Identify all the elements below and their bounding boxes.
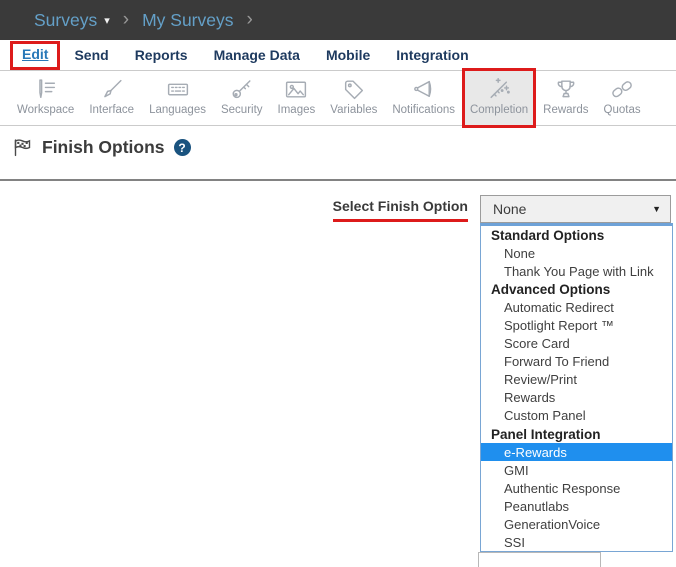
interface-paintbrush-icon bbox=[99, 77, 125, 102]
tool-label: Workspace bbox=[17, 104, 74, 116]
tool-workspace[interactable]: Workspace bbox=[12, 71, 79, 125]
tool-label: Notifications bbox=[392, 104, 455, 116]
tool-label: Languages bbox=[149, 104, 206, 116]
breadcrumb-my-surveys[interactable]: My Surveys bbox=[142, 10, 233, 31]
images-picture-icon bbox=[283, 77, 309, 102]
tool-completion[interactable]: Completion bbox=[465, 71, 533, 125]
breadcrumb-separator-icon: › bbox=[123, 10, 129, 29]
tool-notifications[interactable]: Notifications bbox=[387, 71, 460, 125]
tool-label: Interface bbox=[89, 104, 134, 116]
tool-images[interactable]: Images bbox=[273, 71, 321, 125]
option-item[interactable]: GenerationVoice bbox=[481, 516, 672, 534]
option-item[interactable]: Spotlight Report ™ bbox=[481, 316, 672, 334]
option-item[interactable]: Thank You Page with Link bbox=[481, 262, 672, 280]
languages-keyboard-icon bbox=[165, 77, 191, 102]
option-group-header: Standard Options bbox=[481, 226, 672, 244]
tool-label: Images bbox=[278, 104, 316, 116]
option-item[interactable]: Rewards bbox=[481, 389, 672, 407]
option-item[interactable]: Automatic Redirect bbox=[481, 298, 672, 316]
tool-label: Completion bbox=[470, 104, 528, 116]
finish-option-select-value: None bbox=[493, 201, 652, 217]
tool-quotas[interactable]: Quotas bbox=[599, 71, 646, 125]
option-item[interactable]: Authentic Response bbox=[481, 479, 672, 497]
breadcrumb-separator-icon: › bbox=[246, 10, 252, 29]
select-finish-option-label-wrap: Select Finish Option bbox=[290, 198, 468, 222]
page-title: Finish Options bbox=[42, 137, 165, 158]
option-group-header: Panel Integration bbox=[481, 425, 672, 443]
select-finish-option-label: Select Finish Option bbox=[333, 198, 468, 222]
page-heading: Finish Options ? bbox=[12, 137, 191, 158]
tab-integration[interactable]: Integration bbox=[396, 47, 468, 63]
finish-option-dropdown-list: Standard OptionsNoneThank You Page with … bbox=[480, 223, 673, 552]
tool-interface[interactable]: Interface bbox=[84, 71, 139, 125]
option-item[interactable]: Custom Panel bbox=[481, 407, 672, 425]
option-item[interactable]: Review/Print bbox=[481, 371, 672, 389]
completion-wand-icon bbox=[486, 77, 512, 102]
edit-toolbar: Workspace Interface Languages Security bbox=[0, 71, 676, 126]
option-item[interactable]: Forward To Friend bbox=[481, 353, 672, 371]
tool-languages[interactable]: Languages bbox=[144, 71, 211, 125]
select-caret-icon: ▼ bbox=[652, 204, 661, 214]
variables-tag-icon bbox=[341, 77, 367, 102]
quotas-chain-icon bbox=[609, 77, 635, 102]
tool-security[interactable]: Security bbox=[216, 71, 268, 125]
section-divider bbox=[0, 179, 676, 181]
option-item[interactable]: Score Card bbox=[481, 335, 672, 353]
tool-label: Security bbox=[221, 104, 263, 116]
tool-rewards[interactable]: Rewards bbox=[538, 71, 593, 125]
tool-label: Rewards bbox=[543, 104, 588, 116]
option-item[interactable]: GMI bbox=[481, 461, 672, 479]
breadcrumb-surveys[interactable]: Surveys ▾ bbox=[34, 10, 110, 31]
finish-flag-icon bbox=[12, 137, 33, 158]
rewards-trophy-icon bbox=[553, 77, 579, 102]
app-window: Surveys ▾ › My Surveys › Edit Send Repor… bbox=[0, 0, 676, 567]
top-navigation-bar: Surveys ▾ › My Surveys › bbox=[0, 0, 676, 40]
tool-variables[interactable]: Variables bbox=[325, 71, 382, 125]
breadcrumb-surveys-label: Surveys bbox=[34, 10, 97, 31]
option-item[interactable]: SSI bbox=[481, 534, 672, 552]
finish-option-select[interactable]: None ▼ bbox=[480, 195, 671, 223]
option-item[interactable]: e-Rewards bbox=[481, 443, 672, 461]
tool-label: Variables bbox=[330, 104, 377, 116]
breadcrumb-my-surveys-label: My Surveys bbox=[142, 10, 233, 31]
partial-input-behind-dropdown[interactable] bbox=[478, 552, 601, 567]
workspace-pencil-icon bbox=[33, 77, 59, 102]
tab-mobile[interactable]: Mobile bbox=[326, 47, 370, 63]
option-item[interactable]: Peanutlabs bbox=[481, 497, 672, 515]
tab-send[interactable]: Send bbox=[74, 47, 108, 63]
option-item[interactable]: None bbox=[481, 244, 672, 262]
annotation-box-edit: Edit bbox=[10, 41, 60, 70]
security-key-icon bbox=[229, 77, 255, 102]
tab-edit[interactable]: Edit bbox=[22, 46, 48, 62]
tab-reports[interactable]: Reports bbox=[135, 47, 188, 63]
option-group-header: Advanced Options bbox=[481, 280, 672, 298]
chevron-down-icon: ▾ bbox=[104, 14, 110, 27]
help-question-icon[interactable]: ? bbox=[174, 139, 191, 156]
tab-bar: Edit Send Reports Manage Data Mobile Int… bbox=[0, 40, 676, 71]
tool-label: Quotas bbox=[604, 104, 641, 116]
notifications-megaphone-icon bbox=[411, 77, 437, 102]
tab-manage-data[interactable]: Manage Data bbox=[214, 47, 300, 63]
